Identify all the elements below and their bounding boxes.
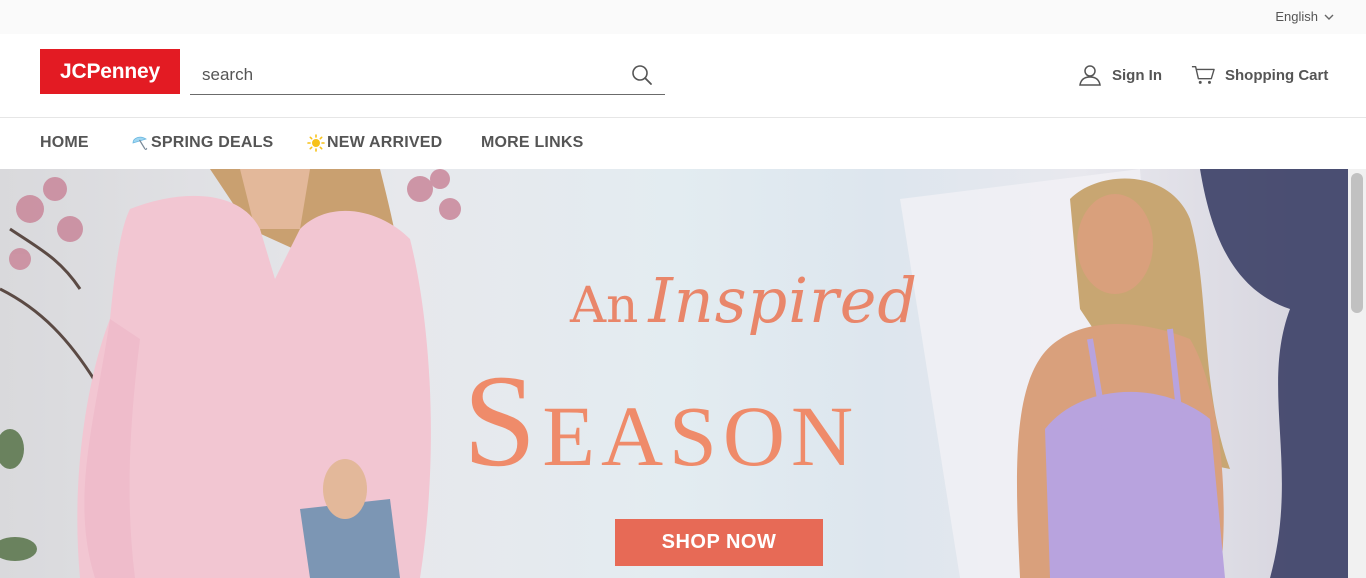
nav-item-label: HOME bbox=[40, 134, 89, 151]
chevron-down-icon bbox=[1324, 14, 1334, 20]
nav-item-home[interactable]: HOME bbox=[40, 134, 89, 152]
shopping-cart-label: Shopping Cart bbox=[1225, 66, 1329, 84]
language-selector[interactable]: English bbox=[1275, 9, 1334, 24]
search-icon[interactable] bbox=[631, 64, 653, 86]
hero-headline-script: Inspired bbox=[648, 264, 919, 337]
sign-in-label: Sign In bbox=[1112, 66, 1162, 84]
hero-right-model-image bbox=[900, 169, 1348, 578]
hero-headline-rest: EASON bbox=[542, 388, 860, 484]
hero-headline-line1: An Inspired bbox=[570, 264, 918, 337]
shop-now-button[interactable]: SHOP NOW bbox=[615, 519, 823, 566]
search-input[interactable] bbox=[190, 56, 620, 94]
site-header: JCPenney Sign In Shopping Cart bbox=[0, 34, 1366, 118]
user-icon bbox=[1079, 65, 1101, 86]
sun-icon bbox=[307, 134, 325, 152]
sign-in-link[interactable]: Sign In bbox=[1078, 64, 1162, 86]
utility-bar: English bbox=[0, 0, 1366, 34]
shopping-cart-link[interactable]: Shopping Cart bbox=[1191, 64, 1328, 86]
hero-left-model-image bbox=[0, 169, 461, 578]
hero-headline-plain: An bbox=[570, 276, 639, 334]
jcpenney-logo[interactable]: JCPenney bbox=[40, 49, 180, 94]
page-scrollbar[interactable] bbox=[1348, 169, 1366, 578]
hero-headline-line2: SEASON bbox=[463, 344, 859, 497]
main-nav: HOME SPRING DEALS NEW ARRIVED MORE LINKS bbox=[0, 118, 1366, 169]
scrollbar-thumb[interactable] bbox=[1351, 173, 1363, 313]
umbrella-icon bbox=[132, 136, 148, 150]
nav-item-label: NEW ARRIVED bbox=[327, 134, 443, 151]
language-label: English bbox=[1275, 9, 1318, 24]
nav-item-new-arrived[interactable]: NEW ARRIVED bbox=[307, 134, 442, 152]
search-bar bbox=[190, 56, 665, 95]
nav-item-label: MORE LINKS bbox=[481, 134, 584, 151]
hero-headline-initial: S bbox=[463, 347, 543, 494]
hero-banner[interactable]: An Inspired SEASON SHOP NOW bbox=[0, 169, 1348, 578]
cart-icon bbox=[1191, 65, 1215, 84]
nav-item-label: SPRING DEALS bbox=[151, 134, 274, 151]
nav-item-spring-deals[interactable]: SPRING DEALS bbox=[131, 134, 273, 152]
nav-item-more-links[interactable]: MORE LINKS bbox=[481, 134, 583, 152]
